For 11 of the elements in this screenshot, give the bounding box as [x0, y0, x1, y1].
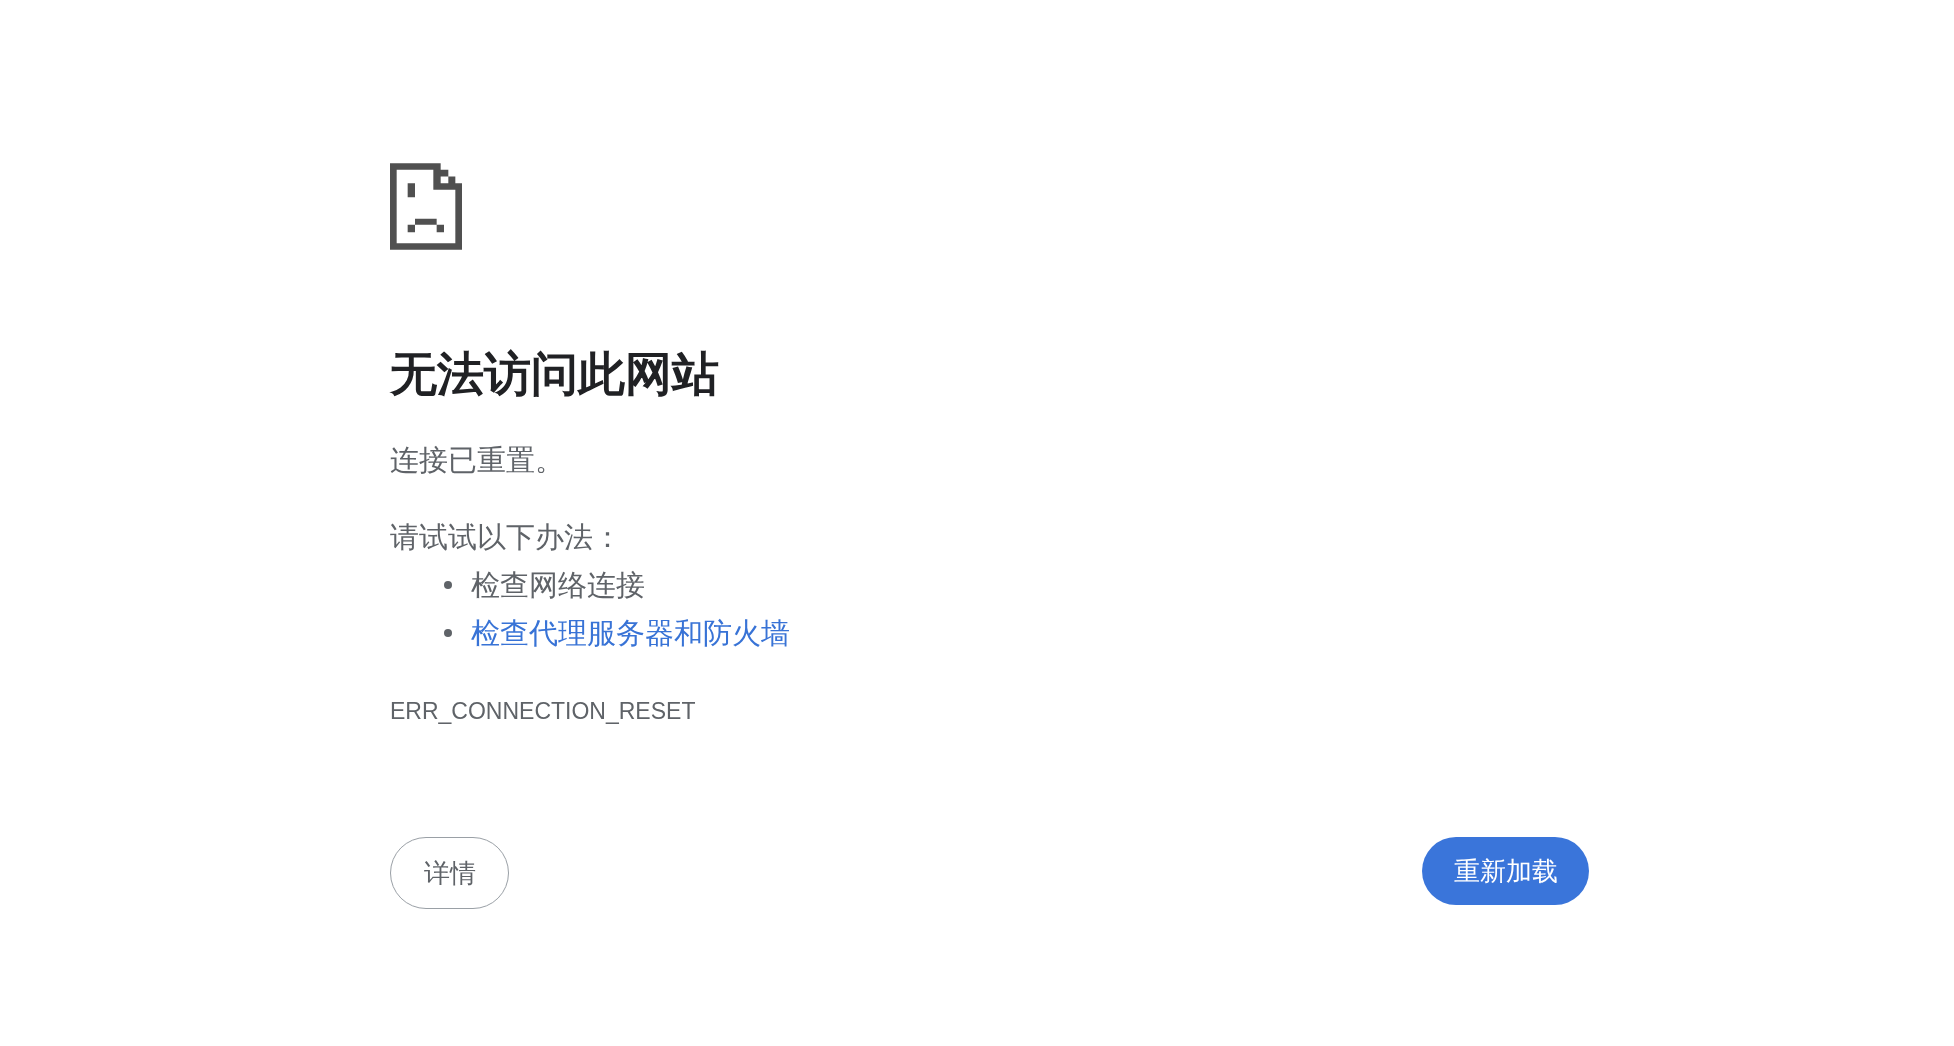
error-code: ERR_CONNECTION_RESET [390, 697, 696, 726]
reload-button[interactable]: 重新加载 [1422, 837, 1589, 905]
suggestion-link[interactable]: 检查代理服务器和防火墙 [471, 613, 790, 653]
page-heading: 无法访问此网站 [390, 346, 719, 402]
suggestion-text: 检查网络连接 [471, 568, 645, 603]
sad-document-icon [390, 163, 462, 250]
bullet-icon [444, 629, 452, 637]
bullet-icon [444, 581, 452, 589]
suggestions-heading: 请试试以下办法： [390, 520, 622, 555]
error-message: 连接已重置。 [390, 443, 564, 478]
details-button[interactable]: 详情 [390, 837, 509, 909]
